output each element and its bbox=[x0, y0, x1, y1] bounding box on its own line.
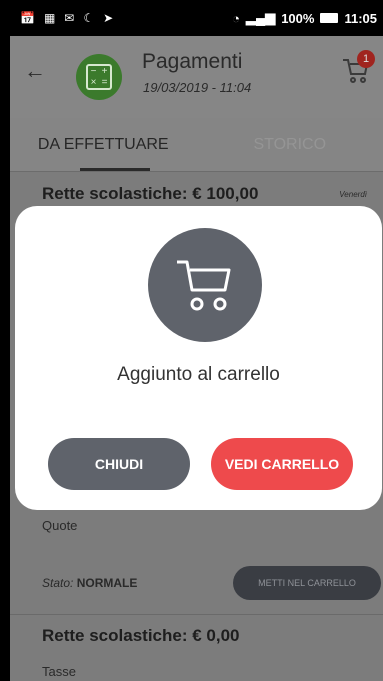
grid-icon: ▦ bbox=[43, 11, 56, 25]
tab-storico[interactable]: STORICO bbox=[197, 118, 383, 171]
mail-icon: ✉ bbox=[64, 11, 75, 25]
clock: 11:05 bbox=[344, 10, 377, 26]
tab-bar: DA EFFETTUARE STORICO bbox=[10, 118, 383, 172]
item1-title: Rette scolastiche: € 100,00 bbox=[42, 184, 259, 203]
add-to-cart-button[interactable]: METTI NEL CARRELLO bbox=[233, 566, 381, 600]
status-right: ◔ ▂▄▆ 100% 11:05 bbox=[232, 10, 377, 26]
battery-icon bbox=[320, 13, 339, 23]
status-left-icons: 📅 ▦ ✉ ☾ ➤ bbox=[20, 11, 113, 25]
cart-button[interactable]: 1 bbox=[341, 50, 375, 84]
phone-screen: 📅 ▦ ✉ ☾ ➤ ◔ ▂▄▆ 100% 11:05 ← − + × = Pagame… bbox=[10, 0, 383, 681]
item2-title: Rette scolastiche: € 0,00 bbox=[42, 626, 240, 645]
item1-status: Stato: NORMALE bbox=[42, 576, 137, 590]
active-tab-indicator bbox=[80, 168, 150, 171]
status-value: NORMALE bbox=[76, 576, 138, 590]
battery-percent: 100% bbox=[281, 10, 315, 26]
cart-badge: 1 bbox=[357, 50, 375, 68]
status-bar: 📅 ▦ ✉ ☾ ➤ ◔ ▂▄▆ 100% 11:05 bbox=[10, 0, 383, 36]
back-arrow-icon[interactable]: ← bbox=[24, 58, 46, 84]
tab-da-effettuare[interactable]: DA EFFETTUARE bbox=[10, 118, 197, 171]
signal-icon: ▂▄▆ bbox=[245, 10, 276, 25]
view-cart-button[interactable]: VEDI CARRELLO bbox=[211, 438, 353, 490]
added-to-cart-dialog: Aggiunto al carrello CHIUDI VEDI CARRELL… bbox=[15, 206, 382, 510]
app-bar: ← − + × = Pagamenti 19/03/2019 - 11:04 1 bbox=[10, 36, 383, 118]
page-title: Pagamenti bbox=[142, 50, 243, 73]
item1-category: Quote bbox=[42, 518, 78, 533]
cast-icon: ➤ bbox=[103, 11, 114, 25]
moon-icon: ☾ bbox=[83, 11, 95, 25]
calculator-icon: − + × = bbox=[76, 54, 122, 100]
item1-date: Venerdì bbox=[339, 190, 367, 199]
close-button[interactable]: CHIUDI bbox=[48, 438, 190, 490]
status-label: Stato: bbox=[42, 576, 74, 590]
wifi-icon: ◔ bbox=[232, 10, 240, 26]
item2-category: Tasse bbox=[42, 664, 76, 679]
page-subtitle: 19/03/2019 - 11:04 bbox=[143, 80, 252, 95]
divider bbox=[10, 614, 383, 615]
calendar-icon: 📅 bbox=[20, 11, 35, 25]
cart-icon bbox=[148, 228, 262, 342]
dialog-message: Aggiunto al carrello bbox=[117, 364, 280, 385]
